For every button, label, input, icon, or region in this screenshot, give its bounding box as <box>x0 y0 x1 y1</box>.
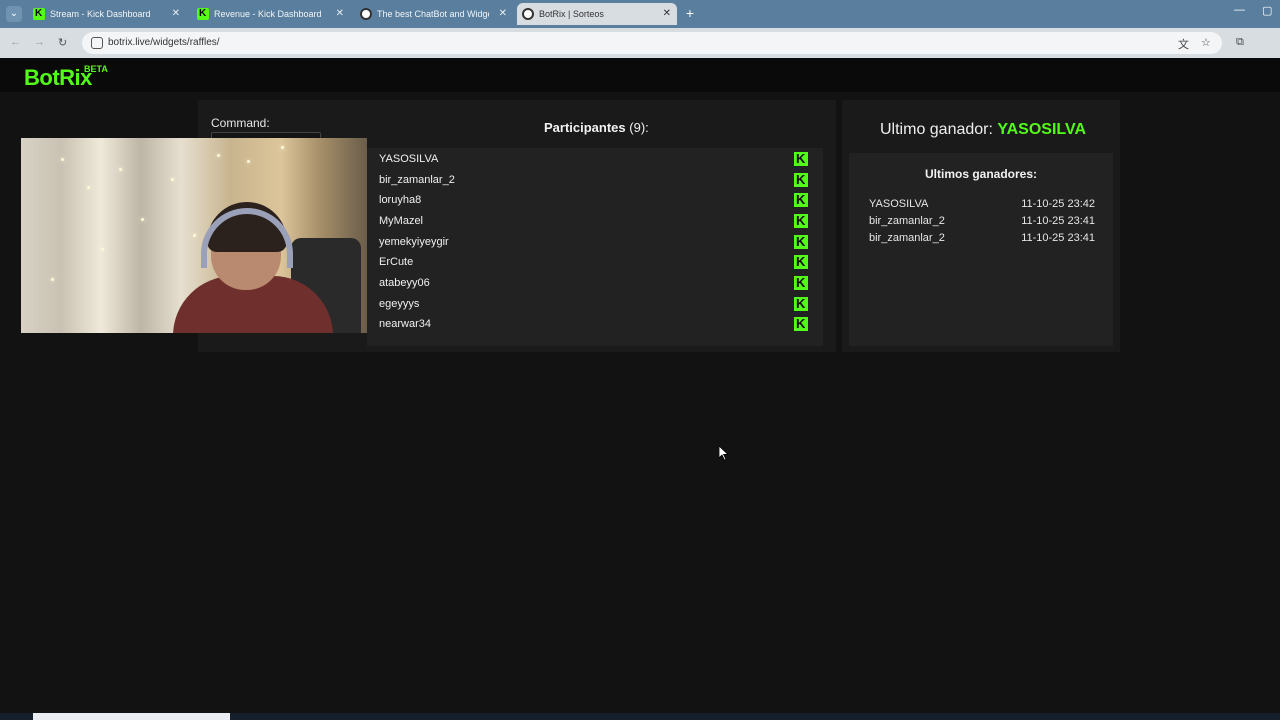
winner-name: bir_zamanlar_2 <box>869 215 945 227</box>
browser-tab-1[interactable]: Stream - Kick Dashboard ✕ <box>28 3 186 25</box>
list-item: bir_zamanlar_2 K <box>379 170 809 190</box>
site-info-icon[interactable] <box>91 37 103 49</box>
address-bar[interactable]: botrix.live/widgets/raffles/ 文 ☆ <box>82 32 1222 54</box>
winners-list <box>849 153 1113 346</box>
list-item: MyMazel K <box>379 211 809 231</box>
participant-name: loruyha8 <box>379 194 422 206</box>
participant-name: bir_zamanlar_2 <box>379 174 455 186</box>
new-tab-button[interactable]: + <box>682 6 698 22</box>
participant-name: ErCute <box>379 256 414 268</box>
list-item: YASOSILVA K <box>379 149 809 169</box>
tab-title: Revenue - Kick Dashboard <box>214 9 322 19</box>
list-item: yemekyiyeygir K <box>379 232 809 252</box>
kick-icon <box>33 3 45 25</box>
participant-name: YASOSILVA <box>379 153 439 165</box>
last-winner: Ultimo ganador: YASOSILVA <box>880 121 1087 138</box>
participant-name: atabeyy06 <box>379 277 430 289</box>
list-item: nearwar34 K <box>379 314 809 334</box>
list-item: loruyha8 K <box>379 190 809 210</box>
back-icon[interactable]: ← <box>10 36 21 48</box>
participants-list: YASOSILVA K bir_zamanlar_2 K loruyha8 K … <box>367 148 823 346</box>
winner-name: bir_zamanlar_2 <box>869 232 945 244</box>
last-winner-name: YASOSILVA <box>997 121 1087 138</box>
kick-icon: K <box>794 296 808 311</box>
browser-tab-4[interactable]: BotRix | Sorteos ✕ <box>517 3 677 25</box>
command-label: Command: <box>211 116 270 130</box>
kick-icon: K <box>794 192 808 207</box>
participants-count: (9): <box>629 120 649 135</box>
tab-title: Stream - Kick Dashboard <box>50 9 151 19</box>
url-text[interactable]: botrix.live/widgets/raffles/ <box>108 32 220 54</box>
list-item: atabeyy06 K <box>379 273 809 293</box>
translate-icon[interactable]: 文 <box>1178 36 1189 52</box>
minimize-icon[interactable]: — <box>1234 4 1245 16</box>
winner-row: YASOSILVA 11-10-25 23:42 <box>869 198 1095 214</box>
botrix-icon <box>522 8 534 20</box>
tab-search-button[interactable]: ⌄ <box>6 6 22 22</box>
app-header: BotRix BETA <box>0 58 1280 92</box>
extensions-icon[interactable]: ⧉ <box>1236 36 1244 49</box>
reload-icon[interactable]: ↻ <box>58 36 67 49</box>
botrix-logo[interactable]: BotRix <box>24 65 92 91</box>
winner-time: 11-10-25 23:41 <box>1021 215 1095 227</box>
kick-icon: K <box>794 316 808 331</box>
browser-tab-2[interactable]: Revenue - Kick Dashboard ✕ <box>192 3 350 25</box>
winner-time: 11-10-25 23:41 <box>1021 232 1095 244</box>
list-item: ErCute K <box>379 252 809 272</box>
participant-name: MyMazel <box>379 215 424 227</box>
winner-row: bir_zamanlar_2 11-10-25 23:41 <box>869 215 1095 231</box>
botrix-icon <box>360 8 372 20</box>
winner-name: YASOSILVA <box>869 198 929 210</box>
tab-close-icon[interactable]: ✕ <box>172 3 180 25</box>
browser-toolbar: ← → ↻ botrix.live/widgets/raffles/ 文 ☆ ⧉ <box>0 28 1280 58</box>
participant-name: nearwar34 <box>379 318 431 330</box>
kick-icon: K <box>794 275 808 290</box>
list-item: egeyyys K <box>379 294 809 314</box>
winners-list-title: Ultimos ganadores: <box>924 167 1038 181</box>
webcam-overlay <box>21 138 367 333</box>
winner-time: 11-10-25 23:42 <box>1021 198 1095 210</box>
browser-tabstrip: ⌄ Stream - Kick Dashboard ✕ Revenue - Ki… <box>0 0 1280 28</box>
forward-icon[interactable]: → <box>34 36 45 48</box>
participants-title: Participantes (9): <box>544 120 649 135</box>
tab-close-icon[interactable]: ✕ <box>499 3 507 25</box>
winner-row: bir_zamanlar_2 11-10-25 23:41 <box>869 232 1095 248</box>
participant-name: yemekyiyeygir <box>379 236 449 248</box>
bookmark-star-icon[interactable]: ☆ <box>1201 36 1211 49</box>
tab-close-icon[interactable]: ✕ <box>663 3 671 25</box>
kick-icon: K <box>794 234 808 249</box>
kick-icon: K <box>794 172 808 187</box>
participant-name: egeyyys <box>379 298 420 310</box>
kick-icon: K <box>794 151 808 166</box>
beta-badge: BETA <box>84 64 108 74</box>
tab-title: BotRix | Sorteos <box>539 9 604 19</box>
taskbar-search[interactable] <box>33 713 230 720</box>
tab-close-icon[interactable]: ✕ <box>336 3 344 25</box>
kick-icon <box>197 3 209 25</box>
mouse-cursor-icon <box>718 445 730 466</box>
maximize-icon[interactable]: ▢ <box>1262 4 1272 17</box>
browser-tab-3[interactable]: The best ChatBot and Widgets ✕ <box>355 3 513 25</box>
kick-icon: K <box>794 254 808 269</box>
kick-icon: K <box>794 213 808 228</box>
tab-title: The best ChatBot and Widgets <box>377 9 489 19</box>
